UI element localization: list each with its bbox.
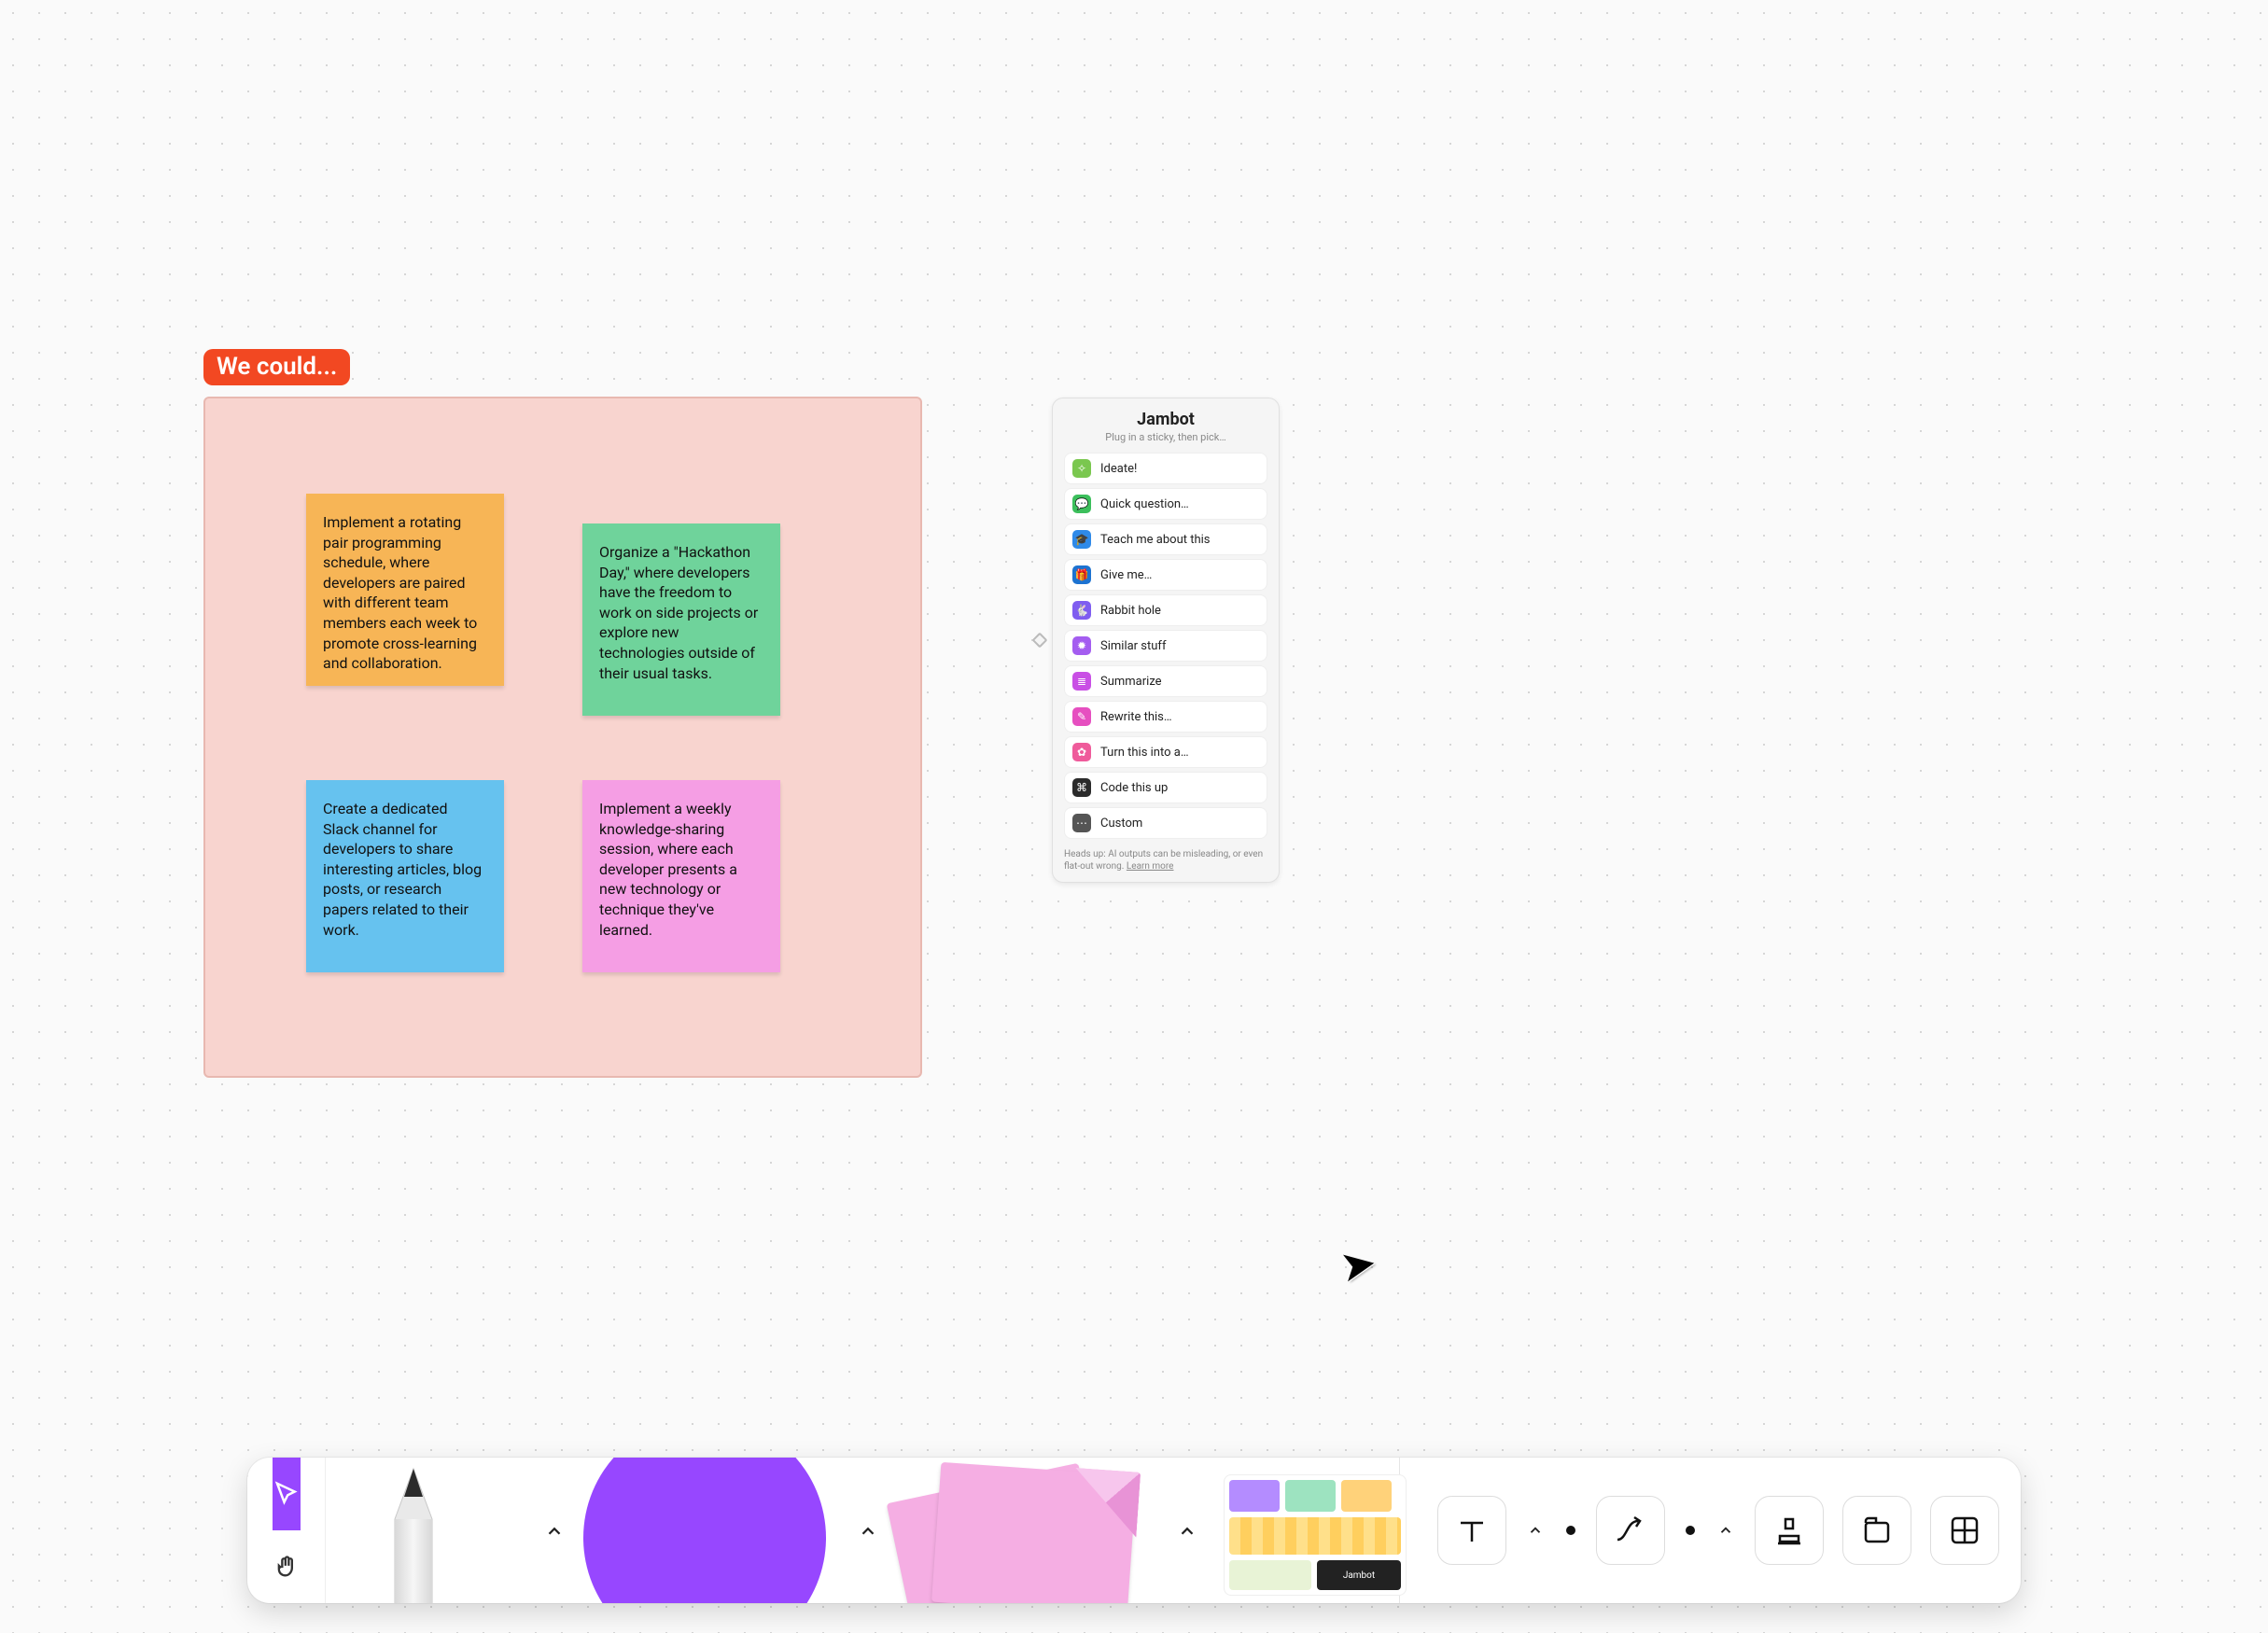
jambot-item-rewrite-this[interactable]: ✎ Rewrite this… — [1064, 701, 1267, 733]
jambot-item-similar-stuff[interactable]: ✹ Similar stuff — [1064, 630, 1267, 662]
jambot-item-icon: ✿ — [1072, 743, 1091, 761]
shape-tool[interactable] — [583, 1458, 826, 1603]
jambot-item-label: Rabbit hole — [1100, 604, 1161, 618]
jambot-input-connector[interactable] — [1032, 633, 1048, 649]
section-frame[interactable]: Implement a rotating pair programming sc… — [203, 397, 922, 1078]
jambot-item-label: Code this up — [1100, 781, 1168, 795]
sticky-note-pink[interactable]: Implement a weekly knowledge-sharing ses… — [582, 780, 780, 972]
more-tools-tile[interactable]: Jambot — [1224, 1474, 1407, 1596]
marker-options-chevron[interactable] — [542, 1519, 567, 1543]
section-label[interactable]: We could... — [203, 349, 350, 385]
jambot-item-summarize[interactable]: ≣ Summarize — [1064, 665, 1267, 697]
connector-end-dot-icon — [1686, 1526, 1695, 1535]
jambot-footnote: Heads up: AI outputs can be misleading, … — [1064, 848, 1267, 872]
jambot-learn-more-link[interactable]: Learn more — [1127, 861, 1174, 872]
sticky-note-blue[interactable]: Create a dedicated Slack channel for dev… — [306, 780, 504, 972]
jambot-item-label: Similar stuff — [1100, 639, 1166, 653]
jambot-item-icon: ✹ — [1072, 636, 1091, 655]
jambot-item-teach-me-about-this[interactable]: 🎓 Teach me about this — [1064, 523, 1267, 555]
jambot-menu: ✧ Ideate! 💬 Quick question… 🎓 Teach me about … — [1064, 453, 1267, 839]
jambot-item-give-me[interactable]: 🎁 Give me… — [1064, 559, 1267, 591]
section-tool-button[interactable] — [1842, 1496, 1911, 1565]
sticky-note-tool[interactable] — [899, 1463, 1151, 1603]
sticky-note-orange[interactable]: Implement a rotating pair programming sc… — [306, 494, 504, 686]
jambot-item-icon: 🐇 — [1072, 601, 1091, 620]
jambot-title: Jambot — [1064, 410, 1267, 429]
jambot-item-label: Custom — [1100, 816, 1142, 830]
connector-start-dot-icon — [1566, 1526, 1575, 1535]
jambot-item-ideate[interactable]: ✧ Ideate! — [1064, 453, 1267, 484]
jambot-item-icon: ⋯ — [1072, 814, 1091, 832]
jambot-item-label: Ideate! — [1100, 462, 1137, 476]
creation-tools-region: Jambot — [326, 1458, 1399, 1603]
jambot-item-icon: 🎓 — [1072, 530, 1091, 549]
bottom-toolbar: Jambot — [247, 1458, 2021, 1603]
jambot-item-icon: ✧ — [1072, 459, 1091, 478]
insert-tools-group — [1400, 1458, 2021, 1603]
text-tool-button[interactable] — [1437, 1496, 1506, 1565]
jambot-item-label: Quick question… — [1100, 497, 1189, 511]
jambot-item-quick-question[interactable]: 💬 Quick question… — [1064, 488, 1267, 520]
connector-tool-chevron[interactable] — [1715, 1520, 1736, 1541]
jambot-item-label: Rewrite this… — [1100, 710, 1172, 724]
pointer-tool-group — [247, 1458, 326, 1603]
shape-options-chevron[interactable] — [856, 1519, 880, 1543]
jambot-item-icon: ✎ — [1072, 707, 1091, 726]
sticky-note-green[interactable]: Organize a "Hackathon Day," where develo… — [582, 523, 780, 716]
jambot-item-icon: ⌘ — [1072, 778, 1091, 797]
connector-tool-button[interactable] — [1596, 1496, 1665, 1565]
jambot-item-icon: 🎁 — [1072, 565, 1091, 584]
stamp-tool-button[interactable] — [1755, 1496, 1824, 1565]
jambot-panel[interactable]: Jambot Plug in a sticky, then pick… ✧ Ide… — [1052, 398, 1280, 883]
jambot-item-label: Summarize — [1100, 675, 1162, 689]
marker-tool[interactable] — [367, 1463, 460, 1603]
more-tools-tag: Jambot — [1317, 1560, 1401, 1590]
jambot-item-code-this-up[interactable]: ⌘ Code this up — [1064, 772, 1267, 803]
text-tool-chevron[interactable] — [1525, 1520, 1546, 1541]
canvas-cursor-icon: ➤ — [1337, 1236, 1381, 1293]
jambot-item-label: Give me… — [1100, 568, 1152, 582]
table-tool-button[interactable] — [1930, 1496, 1999, 1565]
jambot-subtitle: Plug in a sticky, then pick… — [1064, 431, 1267, 443]
jambot-item-icon: ≣ — [1072, 672, 1091, 691]
hand-tool-button[interactable] — [273, 1530, 300, 1603]
jambot-item-icon: 💬 — [1072, 495, 1091, 513]
jambot-item-label: Turn this into a… — [1100, 746, 1189, 760]
jambot-item-turn-this-into-a[interactable]: ✿ Turn this into a… — [1064, 736, 1267, 768]
jambot-item-label: Teach me about this — [1100, 533, 1211, 547]
select-tool-button[interactable] — [273, 1458, 301, 1530]
jambot-item-rabbit-hole[interactable]: 🐇 Rabbit hole — [1064, 594, 1267, 626]
sticky-options-chevron[interactable] — [1175, 1519, 1199, 1543]
jambot-item-custom[interactable]: ⋯ Custom — [1064, 807, 1267, 839]
